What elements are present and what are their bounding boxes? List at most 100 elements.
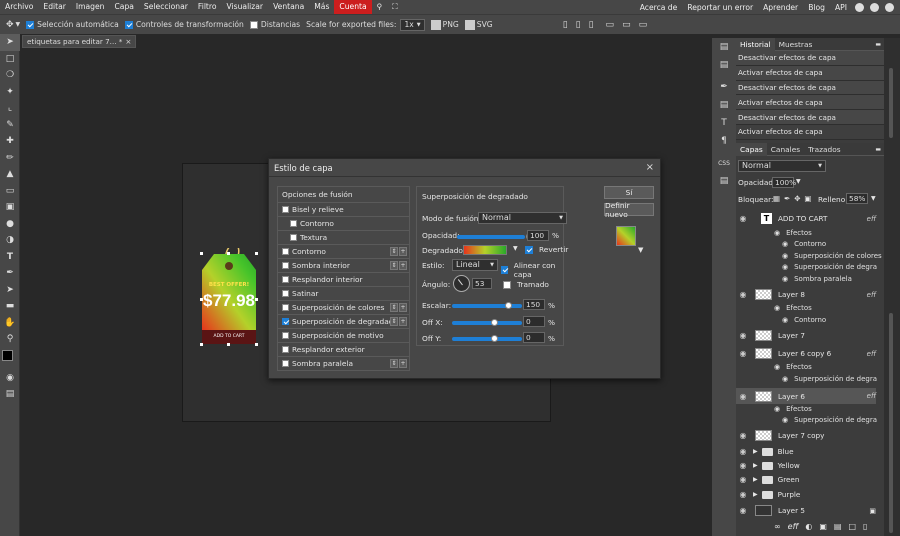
eraser-tool-icon[interactable]: ▭ xyxy=(0,183,20,200)
tab-historial[interactable]: Historial xyxy=(736,37,775,51)
eye-icon[interactable]: ◉ xyxy=(774,363,780,371)
reverse-checkbox[interactable] xyxy=(525,245,533,254)
effect-option-item[interactable]: Contorno xyxy=(277,217,410,231)
layer-row[interactable]: ◉ Layer 6 copy 6 eff xyxy=(736,348,876,359)
menu-cuenta[interactable]: Cuenta xyxy=(334,0,372,14)
chevron-down-icon[interactable]: ▼ xyxy=(871,195,876,202)
effect-checkbox[interactable] xyxy=(282,318,289,325)
menu-capa[interactable]: Capa xyxy=(109,0,138,14)
effect-option-item[interactable]: Superposición de motivo xyxy=(277,329,410,343)
effect-option-item[interactable]: Resplandor exterior xyxy=(277,343,410,357)
layer-row[interactable]: ◉ Layer 8 eff xyxy=(736,289,876,300)
offx-slider[interactable] xyxy=(452,319,522,326)
layer-row-selected[interactable]: ◉ Layer 6 eff xyxy=(736,388,876,404)
fx-badge[interactable]: eff xyxy=(867,291,876,299)
css-panel-icon[interactable]: CSS xyxy=(712,154,736,172)
offx-input[interactable]: 0 xyxy=(523,316,545,327)
style-select[interactable]: Lineal ▼ xyxy=(452,259,498,271)
tab-trazados[interactable]: Trazados xyxy=(804,143,844,156)
eye-icon[interactable]: ◉ xyxy=(738,392,748,401)
effect-checkbox[interactable] xyxy=(282,276,289,283)
add-icon[interactable]: + xyxy=(399,261,407,270)
expand-arrow-icon[interactable]: ▶ xyxy=(753,448,758,455)
scrollbar-thumb[interactable] xyxy=(889,68,893,138)
reorder-icon[interactable]: ⇕ xyxy=(390,261,398,270)
brush-panel-icon[interactable]: ✒ xyxy=(712,78,736,96)
effect-option-item[interactable]: Sombra paralela ⇕ + xyxy=(277,357,410,371)
magic-wand-icon[interactable]: ✦ xyxy=(0,84,20,101)
chevron-down-icon[interactable]: ▼ xyxy=(16,21,21,28)
menu-mas[interactable]: Más xyxy=(309,0,334,14)
effect-option-item[interactable]: Contorno ⇕ + xyxy=(277,245,410,259)
facebook-icon[interactable] xyxy=(885,2,894,12)
add-icon[interactable]: + xyxy=(399,303,407,312)
layer-blend-select[interactable]: Normal ▼ xyxy=(738,160,826,172)
add-icon[interactable]: + xyxy=(399,317,407,326)
history-item[interactable]: Desactivar efectos de capa xyxy=(736,110,884,125)
brush-tool-icon[interactable]: ✏ xyxy=(0,150,20,167)
offy-slider[interactable] xyxy=(452,335,522,342)
screen-mode-icon[interactable]: ▤ xyxy=(0,386,20,403)
menu-visualizar[interactable]: Visualizar xyxy=(222,0,269,14)
effect-option-item[interactable]: Superposición de degradado ⇕ + xyxy=(277,315,410,329)
dialog-title[interactable]: Estilo de capa xyxy=(269,159,660,177)
lock-all-icon[interactable]: ▣ xyxy=(804,194,811,203)
layer-row[interactable]: ◉ Layer 5 ▣ xyxy=(736,505,876,516)
export-png-button[interactable]: PNG xyxy=(430,19,459,30)
menu-editar[interactable]: Editar xyxy=(38,0,70,14)
link-blog[interactable]: Blog xyxy=(803,3,830,12)
chevron-down-icon[interactable]: ▼ xyxy=(513,245,518,252)
eye-icon[interactable]: ◉ xyxy=(738,349,748,358)
zoom-tool-icon[interactable]: ⚲ xyxy=(0,331,20,348)
adjustment-icon[interactable]: ◐ xyxy=(805,522,812,531)
eye-icon[interactable]: ◉ xyxy=(782,252,788,260)
scale-select[interactable]: 1x ▼ xyxy=(400,18,425,31)
layer-opacity-input[interactable]: 100% xyxy=(772,177,796,188)
document-tab[interactable]: etiquetas para editar 7... * × xyxy=(22,35,137,48)
align-middle-icon[interactable]: ▭ xyxy=(622,20,631,30)
link-reportar[interactable]: Reportar un error xyxy=(682,3,758,12)
transform-controls-checkbox[interactable] xyxy=(124,20,133,29)
gradient-preview[interactable] xyxy=(463,245,507,255)
effect-option-item[interactable]: Satinar xyxy=(277,287,410,301)
close-icon[interactable]: × xyxy=(125,37,131,46)
folder-row[interactable]: ◉ ▶ Purple xyxy=(736,490,876,499)
distances-checkbox[interactable] xyxy=(249,20,258,29)
new-layer-icon[interactable]: □ xyxy=(848,522,856,531)
effect-option-item[interactable]: Resplandor interior xyxy=(277,273,410,287)
dodge-tool-icon[interactable]: ◑ xyxy=(0,232,20,249)
effect-checkbox[interactable] xyxy=(290,234,297,241)
eye-icon[interactable]: ◉ xyxy=(738,447,748,456)
chevron-down-icon[interactable]: ▼ xyxy=(796,178,801,185)
eye-icon[interactable]: ◉ xyxy=(738,490,748,499)
character-panel-icon[interactable]: T xyxy=(712,114,736,132)
fullscreen-icon[interactable]: ⛶ xyxy=(387,0,402,14)
effect-option-item[interactable]: Bisel y relieve xyxy=(277,203,410,217)
menu-ventana[interactable]: Ventana xyxy=(268,0,309,14)
close-icon[interactable]: × xyxy=(646,162,654,173)
history-panel-icon[interactable]: ▤ xyxy=(712,38,736,56)
link-icon[interactable]: ∞ xyxy=(774,522,781,531)
auto-select-checkbox[interactable] xyxy=(26,20,35,29)
swatches-panel-icon[interactable]: ▤ xyxy=(712,56,736,74)
effect-checkbox[interactable] xyxy=(282,290,289,297)
link-acerca[interactable]: Acerca de xyxy=(635,3,683,12)
healing-tool-icon[interactable]: ✚ xyxy=(0,133,20,150)
add-icon[interactable]: + xyxy=(399,247,407,256)
fill-input[interactable]: 58% xyxy=(846,193,868,204)
paragraph-panel-icon[interactable]: ¶ xyxy=(712,132,736,150)
angle-input[interactable]: 53 xyxy=(472,278,492,289)
blur-tool-icon[interactable]: ● xyxy=(0,216,20,233)
eye-icon[interactable]: ◉ xyxy=(738,431,748,440)
effect-checkbox[interactable] xyxy=(282,360,289,367)
expand-arrow-icon[interactable]: ▶ xyxy=(753,491,758,498)
offy-slider-thumb[interactable] xyxy=(491,335,498,342)
eye-icon[interactable]: ◉ xyxy=(774,405,780,413)
trash-icon[interactable]: ▯ xyxy=(863,522,867,531)
dither-toggle[interactable]: Tramado xyxy=(503,280,549,289)
effect-checkbox[interactable] xyxy=(290,220,297,227)
menu-seleccionar[interactable]: Seleccionar xyxy=(139,0,193,14)
folder-row[interactable]: ◉ ▶ Blue xyxy=(736,447,876,456)
effect-checkbox[interactable] xyxy=(282,248,289,255)
distances-toggle[interactable]: Distancias xyxy=(249,20,300,29)
